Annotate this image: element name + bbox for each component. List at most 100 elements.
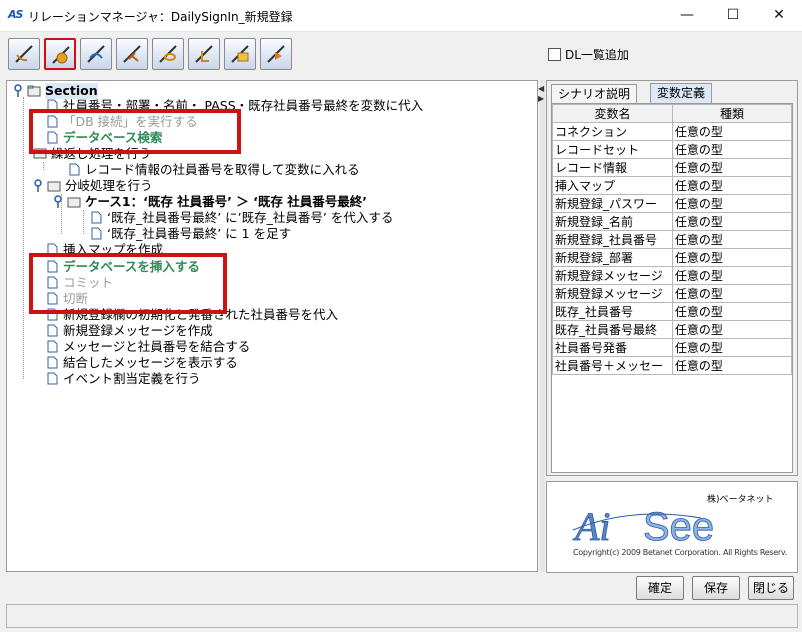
variable-row[interactable]: 新規登録_名前 任意の型: [552, 212, 793, 231]
tree-label-8: ‘既存_社員番号最終’ に’既存_社員番号’ を代入する: [107, 210, 394, 225]
scenario-tree[interactable]: Section 社員番号・部署・名前・ PASS・既存社員番号最終を変数に代入 …: [6, 80, 538, 572]
variable-type-cell[interactable]: 任意の型: [671, 320, 793, 339]
variable-name-cell[interactable]: 新規登録メッセージ: [552, 266, 673, 285]
tree-label-7: ケース1：‘既存 社員番号’ ＞ ‘既存 社員番号最終’: [85, 194, 367, 209]
tool-button-7[interactable]: [224, 38, 256, 70]
variable-row[interactable]: 新規登録_パスワー 任意の型: [552, 194, 793, 213]
variable-name-cell[interactable]: 社員番号発番: [552, 338, 673, 357]
aisee-logo: Ai See: [572, 504, 715, 548]
variable-row[interactable]: 挿入マップ 任意の型: [552, 176, 793, 195]
variable-row[interactable]: 新規登録_社員番号 任意の型: [552, 230, 793, 249]
close-button[interactable]: 閉じる: [748, 576, 794, 600]
svg-text:See: See: [643, 505, 714, 548]
folder-icon: [67, 197, 81, 208]
loop-tool-icon: [87, 45, 105, 63]
save-button[interactable]: 保存: [692, 576, 740, 600]
tab-scenario-description[interactable]: シナリオ説明: [551, 84, 638, 103]
pane-splitter[interactable]: [540, 80, 545, 572]
collapse-left-icon[interactable]: ◀: [538, 84, 544, 93]
document-icon: [47, 324, 58, 337]
variable-name-cell[interactable]: レコードセット: [552, 140, 673, 159]
logo-panel: 株)ベータネット Ai See Copyright(c) 2009 Betane…: [546, 481, 798, 573]
copyright-text: Copyright(c) 2009 Betanet Corporation. A…: [573, 548, 787, 557]
variable-name-cell[interactable]: 新規登録_部署: [552, 248, 673, 267]
branch-tool-icon: [123, 45, 141, 63]
variable-type-cell[interactable]: 任意の型: [671, 176, 793, 195]
variable-type-cell[interactable]: 任意の型: [671, 248, 793, 267]
tab-variable-definition[interactable]: 変数定義: [650, 83, 713, 103]
folder-icon: [27, 85, 41, 97]
document-icon: [91, 227, 102, 240]
document-icon: [47, 340, 58, 353]
tool-button-5[interactable]: [152, 38, 184, 70]
link-tool-icon: [159, 45, 177, 63]
highlight-box-db-insert: [29, 253, 227, 314]
dl-list-add-label: DL一覧追加: [565, 48, 629, 62]
variable-name-cell[interactable]: 新規登録_パスワー: [552, 194, 673, 213]
variable-row[interactable]: 新規登録メッセージ 任意の型: [552, 284, 793, 303]
variable-row[interactable]: 社員番号＋メッセー 任意の型: [552, 356, 793, 375]
expand-key-icon: [14, 84, 22, 97]
variable-type-cell[interactable]: 任意の型: [671, 230, 793, 249]
checkbox-box[interactable]: [548, 48, 561, 61]
expand-key-icon: [34, 179, 42, 192]
variable-type-cell[interactable]: 任意の型: [671, 266, 793, 285]
variable-type-cell[interactable]: 任意の型: [671, 140, 793, 159]
variable-name-cell[interactable]: 新規登録_名前: [552, 212, 673, 231]
close-window-button[interactable]: ✕: [756, 0, 802, 31]
variable-name-cell[interactable]: 新規登録メッセージ: [552, 284, 673, 303]
variable-row[interactable]: 新規登録メッセージ 任意の型: [552, 266, 793, 285]
tool-button-2[interactable]: [44, 38, 76, 70]
list-tool-icon: [231, 45, 249, 63]
event-tool-icon: [267, 45, 285, 63]
title-bar: AS リレーションマネージャ：DailySignIn_新規登録 — ☐ ✕: [0, 0, 802, 32]
tool-button-3[interactable]: [80, 38, 112, 70]
header-type[interactable]: 種類: [671, 104, 793, 123]
highlight-box-db-search: [29, 109, 241, 154]
header-variable-name[interactable]: 変数名: [552, 104, 673, 123]
tree-label-18: イベント割当定義を行う: [63, 371, 201, 386]
variables-table: 変数名 種類 コネクション 任意の型 レコードセット 任意の型 レコード情報 任意の型 挿入…: [552, 104, 793, 375]
status-bar: [6, 604, 798, 628]
tool-button-8[interactable]: [260, 38, 292, 70]
document-icon: [69, 163, 80, 176]
variable-row[interactable]: 既存_社員番号 任意の型: [552, 302, 793, 321]
document-icon: [47, 372, 58, 385]
variable-name-cell[interactable]: 新規登録_社員番号: [552, 230, 673, 249]
tree-label-6: 分岐処理を行う: [65, 178, 153, 193]
collapse-right-icon[interactable]: ▶: [538, 94, 544, 103]
variable-name-cell[interactable]: 既存_社員番号最終: [552, 320, 673, 339]
tool-button-1[interactable]: [8, 38, 40, 70]
tree-label-17: 結合したメッセージを表示する: [63, 355, 238, 370]
variable-name-cell[interactable]: 社員番号＋メッセー: [552, 356, 673, 375]
tree-label-5: レコード情報の社員番号を取得して変数に入れる: [85, 162, 360, 177]
variable-row[interactable]: レコード情報 任意の型: [552, 158, 793, 177]
variable-type-cell[interactable]: 任意の型: [671, 194, 793, 213]
variable-type-cell[interactable]: 任意の型: [671, 158, 793, 177]
variable-row[interactable]: 新規登録_部署 任意の型: [552, 248, 793, 267]
variable-type-cell[interactable]: 任意の型: [671, 284, 793, 303]
variable-row[interactable]: 既存_社員番号最終 任意の型: [552, 320, 793, 339]
variable-row[interactable]: コネクション 任意の型: [552, 122, 793, 141]
variable-row[interactable]: レコードセット 任意の型: [552, 140, 793, 159]
variable-name-cell[interactable]: 挿入マップ: [552, 176, 673, 195]
tree-label-9: ‘既存_社員番号最終’ に 1 を足す: [107, 226, 292, 241]
minimize-button[interactable]: —: [664, 0, 710, 31]
variable-type-cell[interactable]: 任意の型: [671, 212, 793, 231]
variable-type-cell[interactable]: 任意の型: [671, 302, 793, 321]
confirm-button[interactable]: 確定: [636, 576, 684, 600]
folder-icon: [47, 181, 61, 192]
document-icon: [91, 211, 102, 224]
variable-type-cell[interactable]: 任意の型: [671, 122, 793, 141]
variable-row[interactable]: 社員番号発番 任意の型: [552, 338, 793, 357]
variable-type-cell[interactable]: 任意の型: [671, 356, 793, 375]
variable-name-cell[interactable]: 既存_社員番号: [552, 302, 673, 321]
variable-name-cell[interactable]: コネクション: [552, 122, 673, 141]
window-title: リレーションマネージャ：DailySignIn_新規登録: [28, 10, 293, 24]
tool-button-6[interactable]: [188, 38, 220, 70]
variable-name-cell[interactable]: レコード情報: [552, 158, 673, 177]
variable-type-cell[interactable]: 任意の型: [671, 338, 793, 357]
variables-table-container: 変数名 種類 コネクション 任意の型 レコードセット 任意の型 レコード情報 任意の型 挿入…: [551, 103, 793, 473]
tool-button-4[interactable]: [116, 38, 148, 70]
maximize-button[interactable]: ☐: [710, 0, 756, 31]
